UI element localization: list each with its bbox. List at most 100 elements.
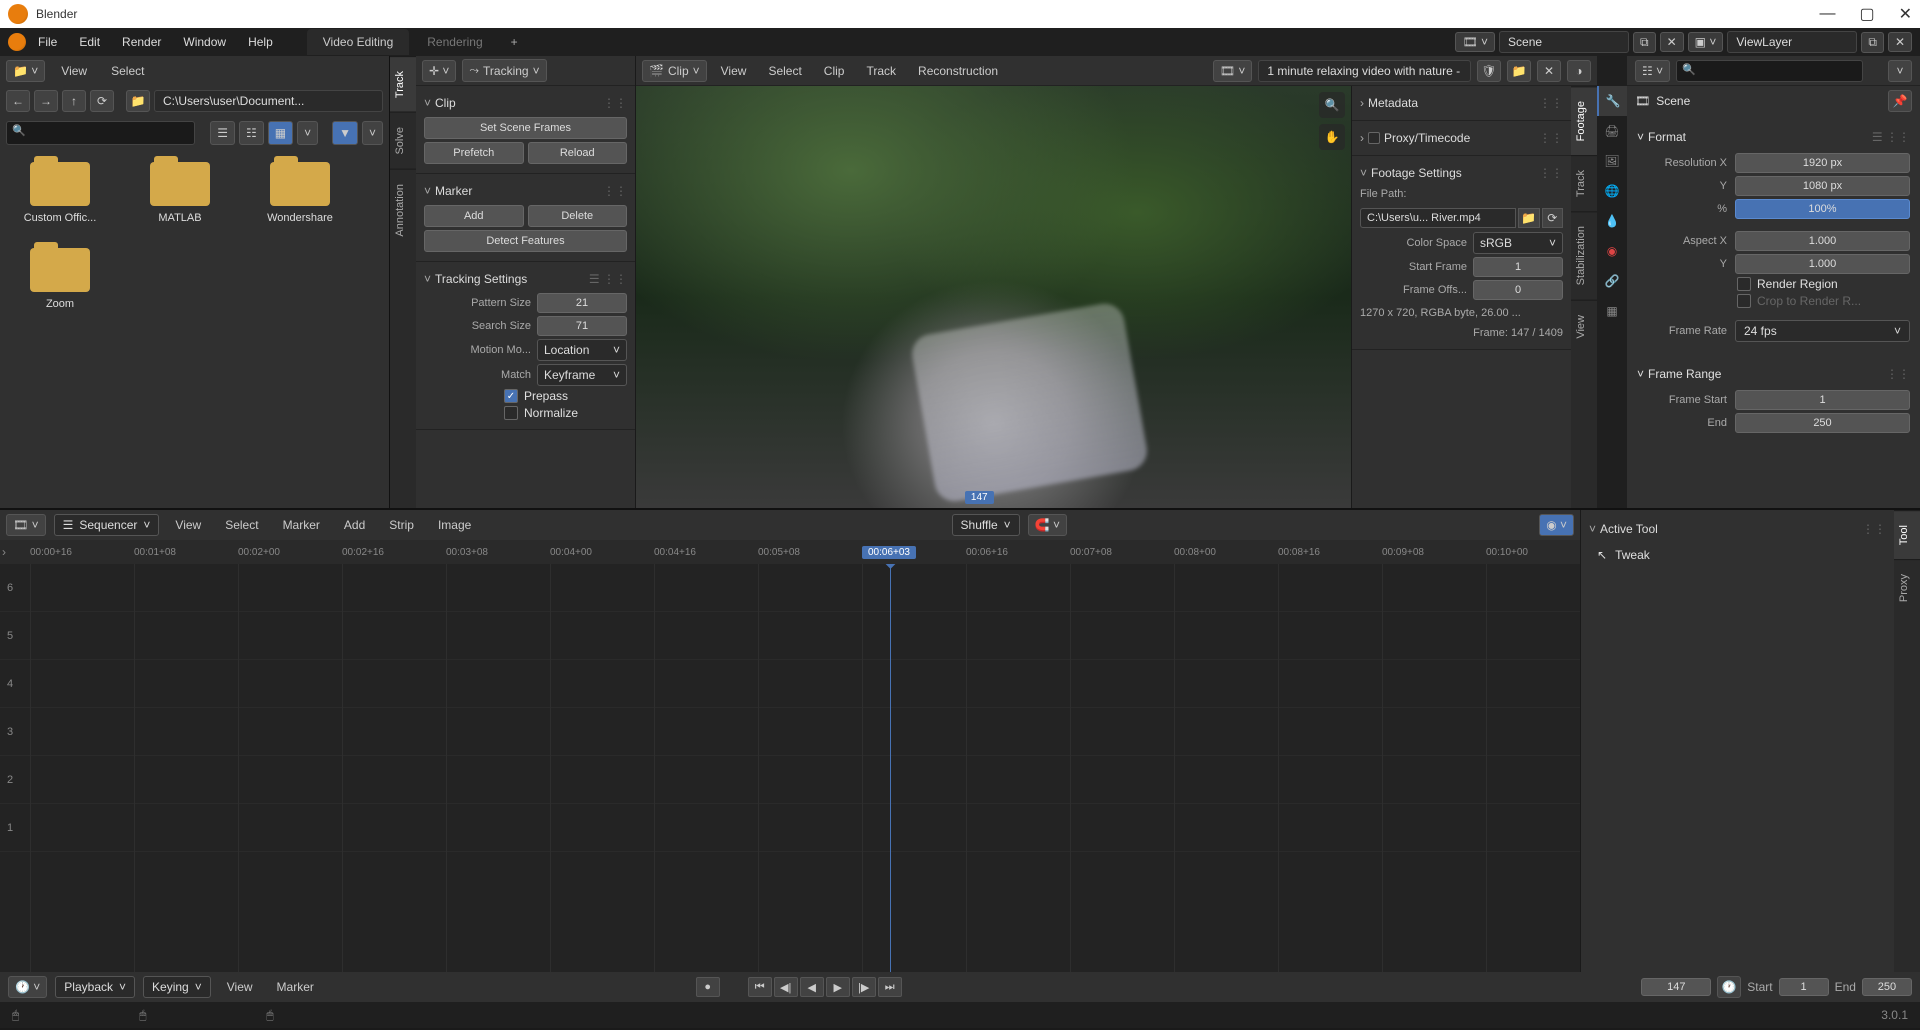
menu-edit[interactable]: Edit bbox=[69, 31, 110, 53]
vtab-view-r[interactable]: View bbox=[1571, 300, 1597, 353]
match-select[interactable]: Keyframe˅ bbox=[537, 364, 627, 386]
props-options-icon[interactable]: ˅ bbox=[1888, 60, 1912, 82]
current-frame-field[interactable]: 147 bbox=[1641, 978, 1711, 996]
menu-render[interactable]: Render bbox=[112, 31, 171, 53]
menu-file[interactable]: File bbox=[28, 31, 67, 53]
add-workspace-button[interactable]: + bbox=[501, 31, 528, 53]
preview-range-icon[interactable]: 🕐 bbox=[1717, 976, 1741, 998]
filepath-reload-icon[interactable]: ⟳ bbox=[1542, 208, 1564, 228]
ptab-texture-icon[interactable]: ▦ bbox=[1597, 296, 1627, 326]
play-reverse-icon[interactable]: ◀ bbox=[800, 977, 824, 997]
nav-back-icon[interactable]: ← bbox=[6, 90, 30, 112]
clip-clip[interactable]: Clip bbox=[816, 60, 853, 82]
clip-name-input[interactable] bbox=[1258, 60, 1471, 82]
jump-start-icon[interactable]: ⏮ bbox=[748, 977, 772, 997]
tracking-mode-button[interactable]: ⤳ Tracking ˅ bbox=[462, 59, 546, 82]
fb-search-input[interactable] bbox=[6, 121, 195, 145]
clip-browse-button[interactable]: 🎞 ˅ bbox=[1213, 60, 1253, 82]
colorspace-select[interactable]: sRGB˅ bbox=[1473, 232, 1563, 254]
pattern-size-field[interactable]: 21 bbox=[537, 293, 627, 313]
ptab-world-icon[interactable]: 💧 bbox=[1597, 206, 1627, 236]
metadata-hdr[interactable]: ›Metadata⋮⋮ bbox=[1360, 92, 1563, 114]
clip-users-button[interactable]: 🛡 bbox=[1477, 60, 1501, 82]
minimize-icon[interactable]: — bbox=[1819, 5, 1835, 23]
menu-help[interactable]: Help bbox=[238, 31, 283, 53]
frame-rate-select[interactable]: 24 fps˅ bbox=[1735, 320, 1910, 342]
clip-section-hdr[interactable]: ˅Clip⋮⋮ bbox=[424, 92, 627, 114]
tracking-section-hdr[interactable]: ˅Tracking Settings☰ ⋮⋮ bbox=[424, 268, 627, 290]
seq-select[interactable]: Select bbox=[217, 514, 266, 536]
display-detail-icon[interactable]: ☷ bbox=[239, 121, 264, 145]
clip-reconstruction[interactable]: Reconstruction bbox=[910, 60, 1006, 82]
folder-item[interactable]: MATLAB bbox=[132, 162, 228, 224]
layer-browse-button[interactable]: ▣ ˅ bbox=[1688, 32, 1724, 52]
track-row[interactable]: 6 bbox=[0, 564, 1580, 612]
layer-new-button[interactable]: ⧉ bbox=[1861, 32, 1884, 53]
breadcrumb-scene[interactable]: Scene bbox=[1656, 94, 1690, 108]
startframe-field[interactable]: 1 bbox=[1473, 257, 1563, 277]
marker-delete-button[interactable]: Delete bbox=[528, 205, 628, 227]
app-icon[interactable] bbox=[8, 33, 26, 51]
tab-rendering[interactable]: Rendering bbox=[411, 29, 498, 55]
footer-marker[interactable]: Marker bbox=[269, 976, 322, 998]
folder-item[interactable]: Custom Offic... bbox=[12, 162, 108, 224]
tweak-tool[interactable]: ↖ Tweak bbox=[1589, 540, 1886, 570]
track-row[interactable]: 3 bbox=[0, 708, 1580, 756]
ptab-view-icon[interactable]: 🖼 bbox=[1597, 146, 1627, 176]
keying-menu[interactable]: Keying ˅ bbox=[143, 976, 211, 998]
playhead[interactable] bbox=[890, 564, 891, 972]
nav-up-icon[interactable]: ↑ bbox=[62, 90, 86, 112]
frame-start-field[interactable]: 1 bbox=[1735, 390, 1910, 410]
vtab-solve[interactable]: Solve bbox=[390, 112, 416, 169]
clip-unlink-icon[interactable]: ✕ bbox=[1537, 60, 1561, 82]
props-pin-icon[interactable]: 📌 bbox=[1888, 90, 1912, 112]
ptab-tool-icon[interactable]: 🔧 bbox=[1597, 86, 1627, 116]
vtab-annotation[interactable]: Annotation bbox=[390, 169, 416, 251]
seq-overlay-button[interactable]: ◉ ˅ bbox=[1539, 514, 1574, 536]
track-row[interactable]: 1 bbox=[0, 804, 1580, 852]
frame-range-hdr[interactable]: ˅Frame Range⋮⋮ bbox=[1637, 361, 1910, 387]
layer-delete-button[interactable]: ✕ bbox=[1888, 32, 1912, 52]
jump-end-icon[interactable]: ⏭ bbox=[878, 977, 902, 997]
clip-type-button[interactable]: ✛ ˅ bbox=[422, 60, 456, 82]
nav-refresh-icon[interactable]: ⟳ bbox=[90, 90, 114, 112]
proxy-hdr[interactable]: ›Proxy/Timecode⋮⋮ bbox=[1360, 127, 1563, 149]
aspect-y-field[interactable]: 1.000 bbox=[1735, 254, 1910, 274]
footer-view[interactable]: View bbox=[219, 976, 261, 998]
search-size-field[interactable]: 71 bbox=[537, 316, 627, 336]
end-frame-field[interactable]: 250 bbox=[1862, 978, 1912, 996]
timeline-type-button[interactable]: 🕐 ˅ bbox=[8, 976, 47, 998]
vtab-track-r[interactable]: Track bbox=[1571, 155, 1597, 211]
motion-select[interactable]: Location˅ bbox=[537, 339, 627, 361]
filepath-input[interactable] bbox=[1360, 208, 1516, 228]
filepath-browse-icon[interactable]: 📁 bbox=[1518, 208, 1540, 228]
seq-marker[interactable]: Marker bbox=[275, 514, 328, 536]
folder-item[interactable]: Zoom bbox=[12, 248, 108, 310]
seq-mode-select[interactable]: ☰ Sequencer ˅ bbox=[54, 514, 160, 536]
filter-icon[interactable]: ▼ bbox=[332, 121, 358, 145]
normalize-checkbox[interactable] bbox=[504, 406, 518, 420]
seq-snap-button[interactable]: 🧲 ˅ bbox=[1028, 514, 1067, 536]
seq-overlap-select[interactable]: Shuffle ˅ bbox=[952, 514, 1020, 536]
autokey-button[interactable]: ● bbox=[696, 977, 720, 997]
vtab-tool[interactable]: Tool bbox=[1894, 510, 1920, 559]
keyframe-prev-icon[interactable]: ◀| bbox=[774, 977, 798, 997]
playback-menu[interactable]: Playback ˅ bbox=[55, 976, 135, 998]
seq-view[interactable]: View bbox=[167, 514, 209, 536]
seq-type-button[interactable]: 🎞 ˅ bbox=[6, 514, 46, 536]
clip-display-button[interactable]: 🎬 Clip ˅ bbox=[642, 60, 707, 82]
zoom-icon[interactable]: 🔍 bbox=[1319, 92, 1345, 118]
proxy-checkbox[interactable] bbox=[1368, 132, 1380, 144]
seq-add[interactable]: Add bbox=[336, 514, 373, 536]
scene-delete-button[interactable]: ✕ bbox=[1660, 32, 1684, 52]
footage-hdr[interactable]: ˅Footage Settings⋮⋮ bbox=[1360, 162, 1563, 184]
clip-select[interactable]: Select bbox=[760, 60, 809, 82]
folder-item[interactable]: Wondershare bbox=[252, 162, 348, 224]
clip-extras-icon[interactable]: ◑ bbox=[1567, 60, 1591, 82]
pan-icon[interactable]: ✋ bbox=[1319, 124, 1345, 150]
ptab-red-icon[interactable]: ◉ bbox=[1597, 236, 1627, 266]
filebrowser-type-button[interactable]: 📁 ˅ bbox=[6, 60, 45, 82]
prefetch-button[interactable]: Prefetch bbox=[424, 142, 524, 164]
play-icon[interactable]: ▶ bbox=[826, 977, 850, 997]
crop-checkbox[interactable] bbox=[1737, 294, 1751, 308]
